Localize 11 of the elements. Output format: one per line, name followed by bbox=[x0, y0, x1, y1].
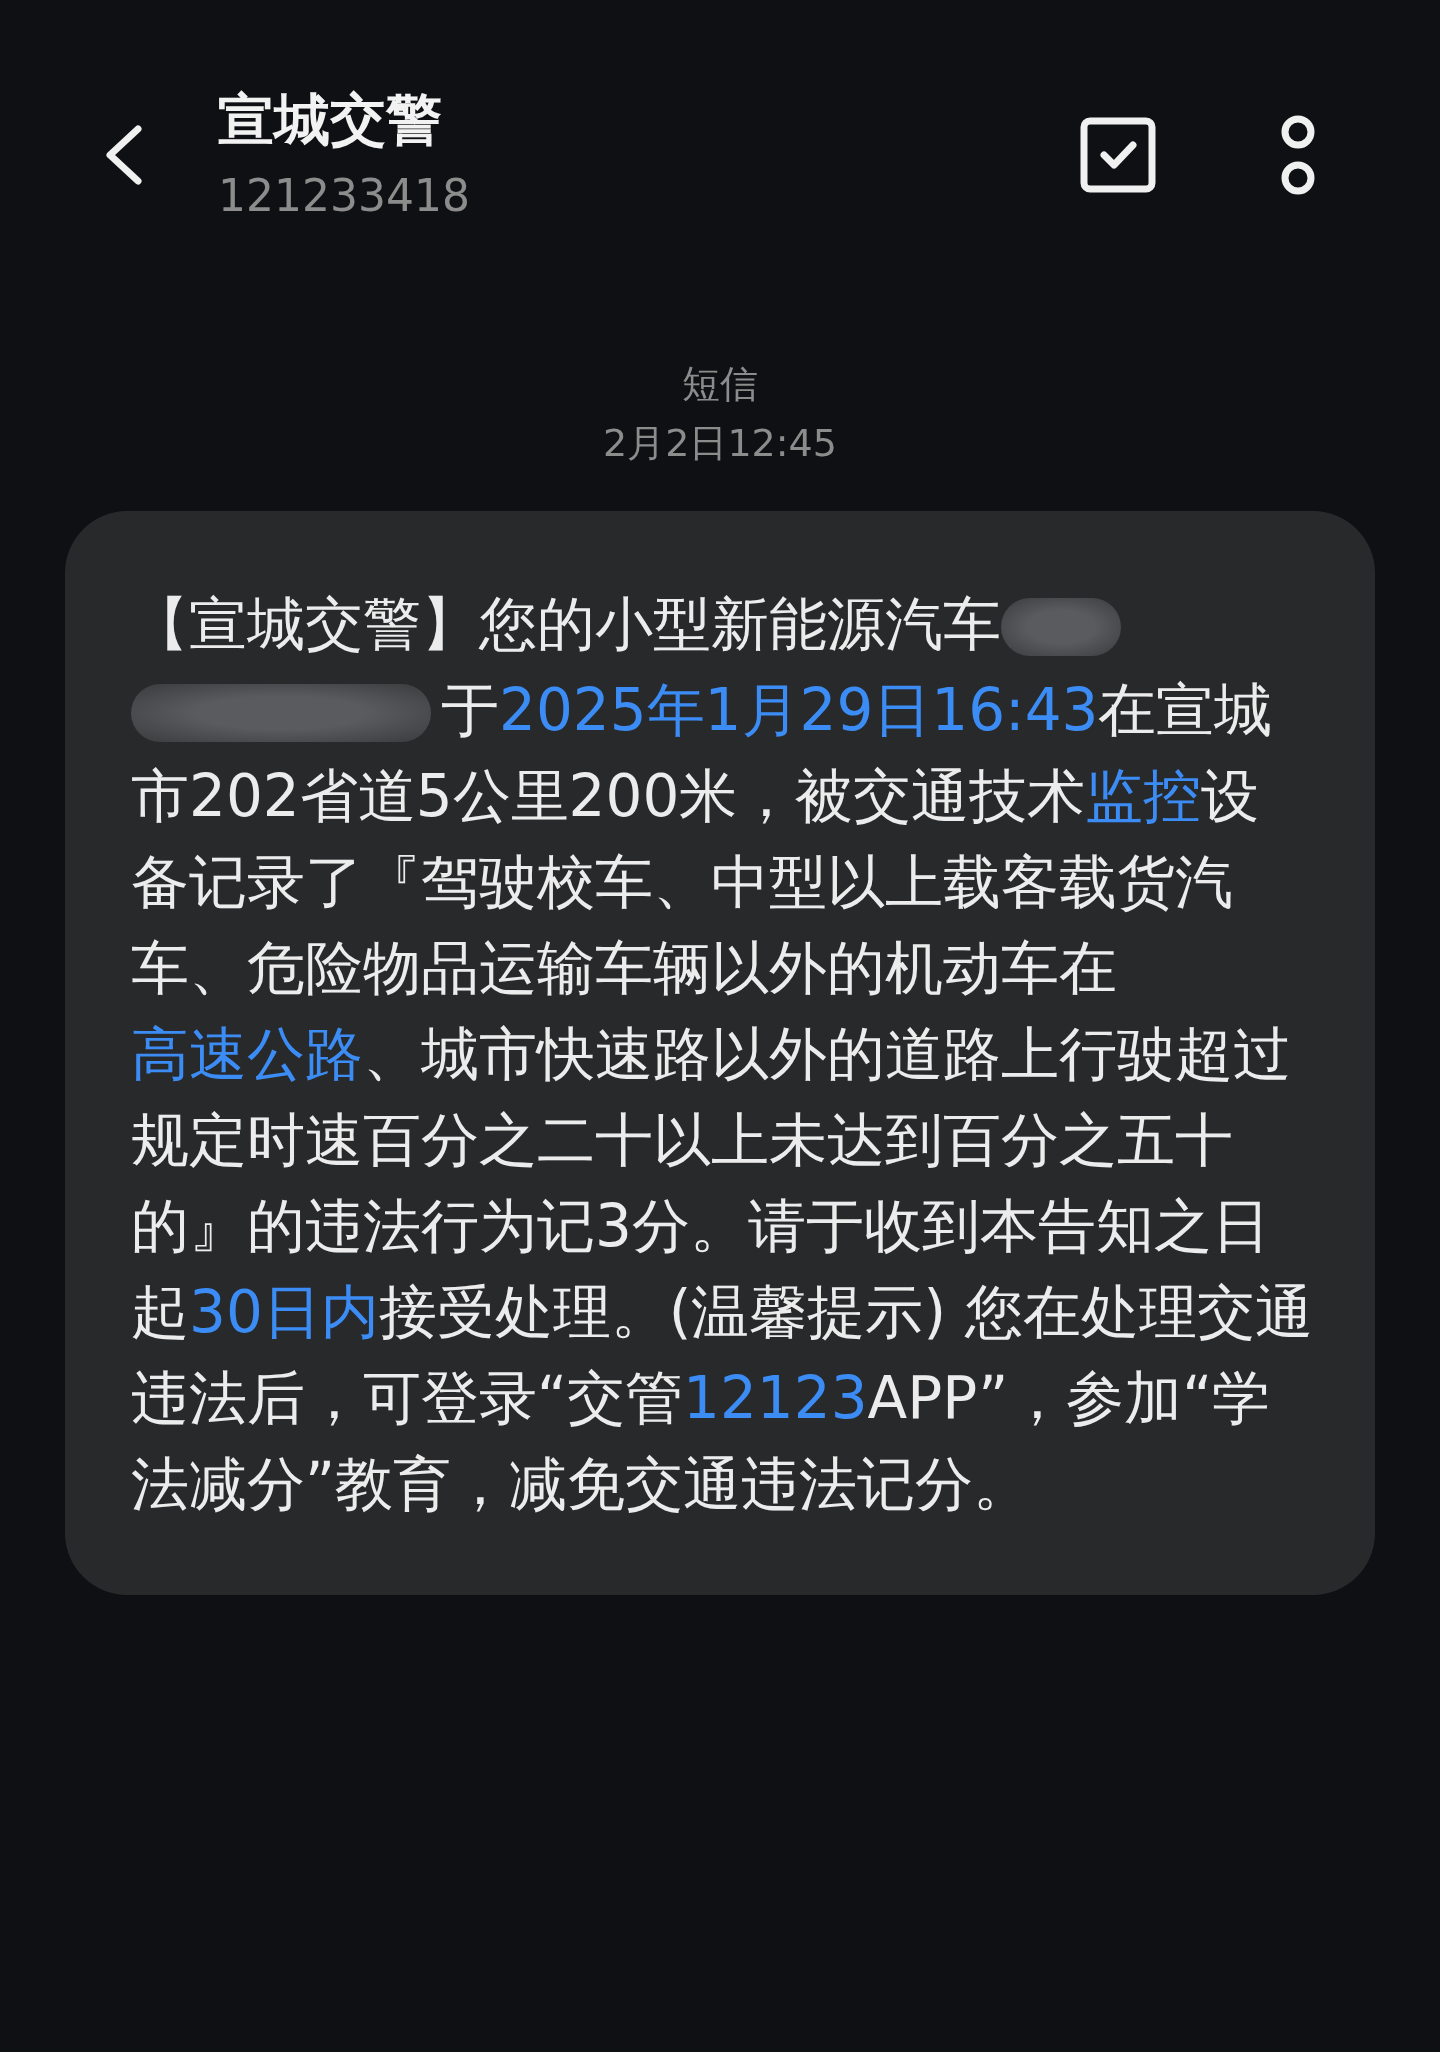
message-time: 2月2日12:45 bbox=[603, 420, 837, 468]
checkbox-icon[interactable] bbox=[1080, 117, 1156, 193]
message-link[interactable]: 12123 bbox=[683, 1363, 868, 1432]
message-type: 短信 bbox=[682, 361, 758, 408]
message-link[interactable]: 2025年1月29日16:43 bbox=[499, 675, 1099, 744]
message-link[interactable]: 30日内 bbox=[189, 1277, 379, 1346]
message-link[interactable]: 高速公路 bbox=[131, 1019, 363, 1088]
contact-name: 宣城交警 bbox=[218, 85, 443, 153]
phone-number: 121233418 bbox=[218, 169, 471, 223]
message-link[interactable]: 监控 bbox=[1085, 761, 1202, 830]
message-text: 【宣城交警】您的小型新能源汽车 于2025年1月29日16:43在宣城市202省道5公里200米，被交通技术监控设备记录了『驾驶校车、中型以上载客载货汽车、危险物品运输车辆以外的机动车在 高速公路、城市快速路以外的道路上行驶超过规定时速百分之二十以上未达到百分之五十的』的违法行为记3分。请于收到本告知之日起30日内接受处理。(温馨提示) 您在处理交通违法后，可登录“交管12123APP”，参加“学法减分”教育，减免交通违法记分。 bbox=[131, 588, 1314, 1520]
